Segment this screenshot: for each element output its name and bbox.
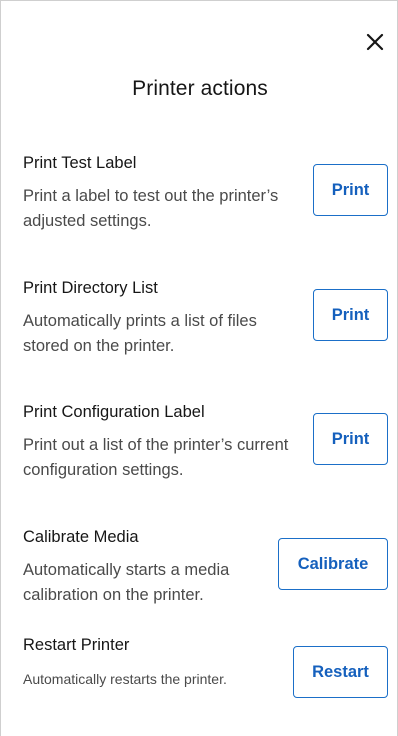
close-icon — [366, 33, 384, 51]
action-description: Print a label to test out the printer’s … — [23, 187, 279, 230]
print-configuration-label-button[interactable]: Print — [313, 413, 388, 465]
action-title: Print Test Label — [23, 154, 137, 172]
restart-button[interactable]: Restart — [293, 646, 388, 698]
action-title: Restart Printer — [23, 636, 130, 654]
action-description: Automatically starts a media calibration… — [23, 561, 230, 604]
print-directory-list-button[interactable]: Print — [313, 289, 388, 341]
calibrate-button[interactable]: Calibrate — [278, 538, 388, 590]
action-title: Calibrate Media — [23, 528, 139, 546]
print-test-label-button[interactable]: Print — [313, 164, 388, 216]
action-title: Print Configuration Label — [23, 403, 205, 421]
action-description: Automatically restarts the printer. — [23, 671, 227, 687]
action-title: Print Directory List — [23, 279, 158, 297]
action-description: Automatically prints a list of files sto… — [23, 312, 257, 355]
printer-actions-dialog: Printer actions Print Test Label Print a… — [0, 0, 398, 736]
dialog-title: Printer actions — [132, 77, 268, 100]
action-description: Print out a list of the printer’s curren… — [23, 436, 289, 479]
close-button[interactable] — [362, 29, 388, 55]
